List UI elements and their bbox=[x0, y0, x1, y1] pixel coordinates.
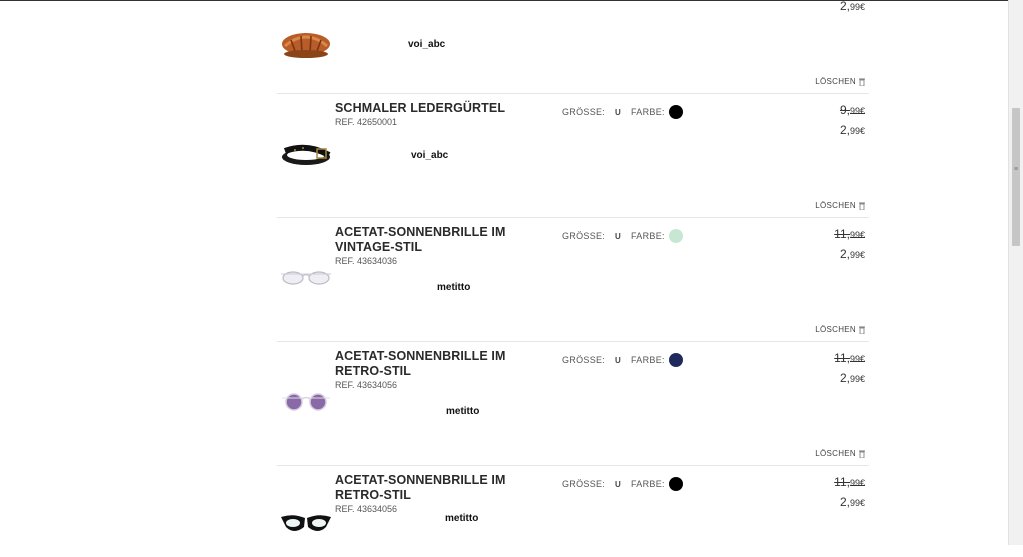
seller-name: metitto bbox=[445, 513, 479, 524]
black-sunglasses-icon bbox=[281, 515, 331, 531]
trash-icon bbox=[859, 450, 865, 458]
vertical-scrollbar[interactable]: ≡ bbox=[1008, 0, 1023, 545]
trash-icon bbox=[859, 78, 865, 86]
divider bbox=[277, 93, 869, 94]
price-current: 2,99€ bbox=[839, 123, 865, 137]
leather-belt-icon bbox=[282, 144, 331, 165]
color-swatch bbox=[669, 229, 683, 243]
clear-sunglasses-icon bbox=[281, 271, 331, 285]
purple-sunglasses-icon bbox=[282, 393, 330, 411]
size-value: U bbox=[615, 108, 621, 117]
seller-name: voi_abc bbox=[411, 150, 449, 161]
size-value: U bbox=[615, 356, 621, 365]
color-label: FARBE: bbox=[631, 107, 665, 117]
product-ref: REF. 43634056 bbox=[335, 504, 398, 514]
product-ref: REF. 43634036 bbox=[335, 256, 398, 266]
product-name[interactable]: ACETAT-SONNENBRILLE IM VINTAGE-STIL bbox=[335, 225, 515, 255]
product-name[interactable]: ACETAT-SONNENBRILLE IM RETRO-STIL bbox=[335, 473, 515, 503]
scrollbar-thumb[interactable]: ≡ bbox=[1012, 108, 1020, 246]
color-swatch bbox=[669, 353, 683, 367]
product-ref: REF. 43634056 bbox=[335, 380, 398, 390]
color-swatch bbox=[669, 477, 683, 491]
price-original: 11,99€ bbox=[834, 227, 865, 241]
delete-button[interactable]: LÖSCHEN bbox=[815, 201, 865, 210]
delete-button[interactable]: LÖSCHEN bbox=[815, 325, 865, 334]
seller-name: metitto bbox=[446, 406, 480, 417]
price-original: 9,99€ bbox=[839, 103, 865, 117]
seller-name: metitto bbox=[437, 282, 471, 293]
price-original: 11,99€ bbox=[834, 351, 865, 365]
delete-button[interactable]: LÖSCHEN bbox=[815, 449, 865, 458]
grip-icon: ≡ bbox=[1013, 166, 1019, 173]
color-label: FARBE: bbox=[631, 231, 665, 241]
bike-helmet-icon bbox=[282, 33, 330, 58]
divider bbox=[277, 465, 869, 466]
size-label: GRÖSSE: bbox=[562, 355, 606, 365]
product-name[interactable]: SCHMALER LEDERGÜRTEL bbox=[335, 101, 515, 116]
color-swatch bbox=[669, 105, 683, 119]
product-name[interactable]: ACETAT-SONNENBRILLE IM RETRO-STIL bbox=[335, 349, 515, 379]
color-label: FARBE: bbox=[631, 479, 665, 489]
price-current: 2,99€ bbox=[839, 0, 865, 13]
color-label: FARBE: bbox=[631, 355, 665, 365]
price-current: 2,99€ bbox=[839, 495, 865, 509]
price-current: 2,99€ bbox=[839, 247, 865, 261]
size-label: GRÖSSE: bbox=[562, 231, 606, 241]
cart-list: 2,99€ voi_abc LÖSCHEN SCHMALER LEDERGÜRT… bbox=[277, 0, 869, 545]
seller-name: voi_abc bbox=[408, 39, 446, 50]
size-value: U bbox=[615, 232, 621, 241]
product-ref: REF. 42650001 bbox=[335, 117, 398, 127]
divider bbox=[277, 217, 869, 218]
size-label: GRÖSSE: bbox=[562, 479, 606, 489]
price-original: 11,99€ bbox=[834, 475, 865, 489]
price-current: 2,99€ bbox=[839, 371, 865, 385]
size-value: U bbox=[615, 480, 621, 489]
trash-icon bbox=[859, 202, 865, 210]
delete-button[interactable]: LÖSCHEN bbox=[815, 77, 865, 86]
trash-icon bbox=[859, 326, 865, 334]
divider bbox=[277, 341, 869, 342]
size-label: GRÖSSE: bbox=[562, 107, 606, 117]
